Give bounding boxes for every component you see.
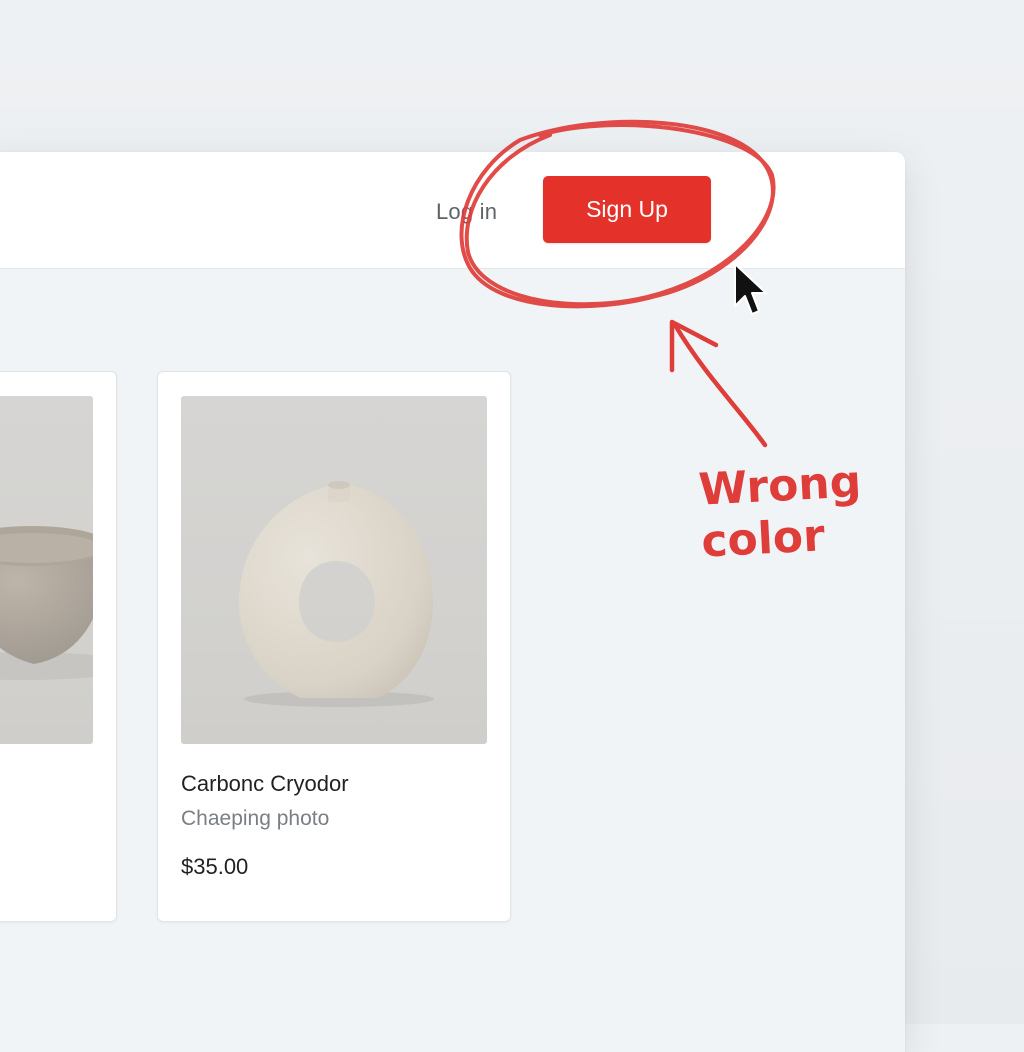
top-nav: Log in Sign Up: [0, 152, 905, 269]
product-price: $35.00: [181, 854, 249, 879]
product-card[interactable]: [0, 371, 117, 922]
product-image-vase: [181, 396, 487, 744]
bowl-icon: [0, 526, 93, 680]
mouse-cursor-icon: [734, 263, 767, 315]
annotation-label: Wrong color: [697, 456, 863, 568]
login-link[interactable]: Log in: [436, 199, 497, 225]
signup-button[interactable]: Sign Up: [543, 176, 711, 243]
product-subtitle: Chaeping photo: [181, 807, 330, 830]
product-title[interactable]: Carbonc Cryodor: [181, 771, 349, 797]
product-image-bowl: [0, 396, 93, 744]
product-card[interactable]: Carbonc Cryodor Chaeping photo $35.00: [157, 371, 511, 922]
vase-icon: [239, 481, 434, 707]
